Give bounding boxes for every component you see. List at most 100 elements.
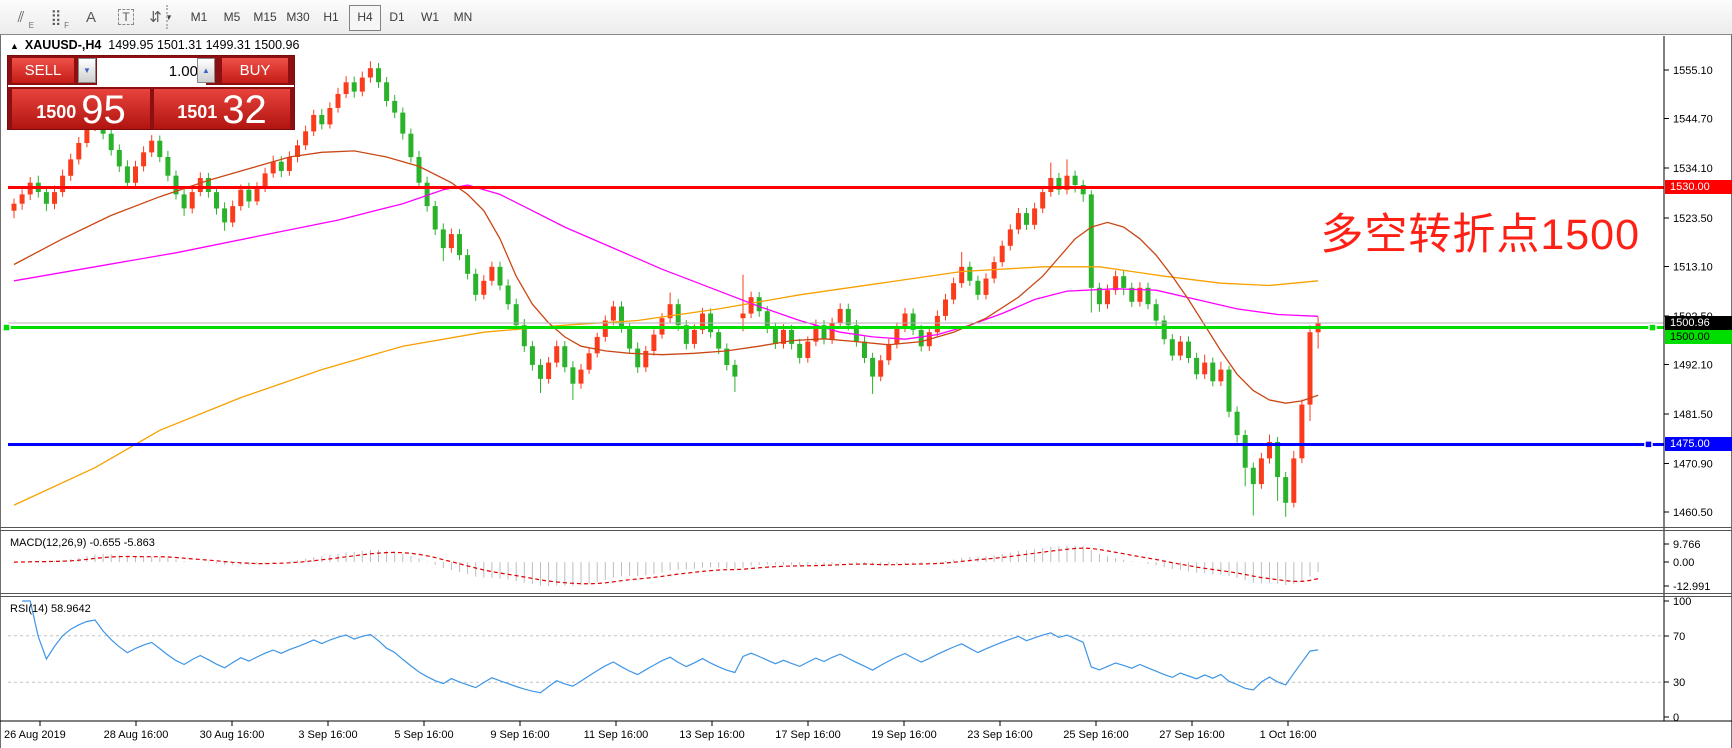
candle-body	[1177, 341, 1183, 356]
macd-tick-label: -12.991	[1673, 581, 1710, 593]
candle-body	[1088, 194, 1094, 288]
candle-body	[473, 273, 479, 295]
ohlc-values: 1499.95 1501.31 1499.31 1500.96	[108, 38, 300, 52]
candle-body	[141, 152, 147, 167]
candle-body	[181, 194, 187, 209]
trading-terminal: ⫽ E ⣿ F A T ⇵ ▼ M1 M5 M15 M30 H1 H4 D1 W1 MN 1555.10 154…	[0, 0, 1732, 748]
candle-body	[975, 280, 981, 295]
candle-body	[805, 341, 811, 358]
candle-body	[740, 313, 746, 319]
level-1475-line-handle[interactable]	[1644, 440, 1653, 449]
ask-price-tile[interactable]: 1501 32	[154, 89, 290, 130]
time-label: 5 Sep 16:00	[394, 729, 453, 741]
time-label: 17 Sep 16:00	[775, 729, 840, 741]
candle-body	[270, 161, 276, 174]
candle-body	[319, 115, 325, 125]
candle-body	[570, 367, 576, 384]
candle-body	[133, 166, 138, 183]
candle-body	[60, 175, 66, 193]
candle-body	[513, 304, 519, 326]
volume-decrease-button[interactable]: ▼	[78, 58, 96, 83]
candle-body	[1015, 213, 1021, 230]
candle-body	[529, 346, 535, 365]
candle-body	[278, 161, 284, 171]
bid-price-tile[interactable]: 1500 95	[12, 88, 150, 132]
candle-body	[359, 77, 365, 92]
candle-body	[343, 82, 349, 94]
buy-button[interactable]: BUY	[222, 58, 288, 83]
candle-body	[951, 283, 957, 300]
candle-body	[999, 245, 1005, 263]
time-label: 23 Sep 16:00	[967, 729, 1032, 741]
candle-body	[1105, 290, 1110, 305]
price-tick-label: 1481.50	[1673, 409, 1713, 421]
time-label: 30 Aug 16:00	[200, 729, 265, 741]
candle-body	[246, 189, 252, 202]
candle-body	[902, 313, 908, 328]
candle-body	[1275, 442, 1281, 477]
price-tick-label: 1523.50	[1673, 213, 1713, 225]
price-badge-1500.00: 1500.00	[1665, 330, 1732, 344]
candle-body	[1258, 458, 1264, 485]
volume-input[interactable]	[97, 58, 206, 85]
candle-body	[165, 157, 171, 176]
candle-body	[367, 68, 373, 78]
rsi-line	[22, 600, 1319, 694]
candle-body	[497, 266, 503, 286]
candle-body	[1024, 213, 1029, 225]
candle-body	[1210, 362, 1216, 382]
collapse-triangle-icon[interactable]: ▲	[10, 41, 19, 51]
price-tick-label: 1534.10	[1673, 163, 1713, 175]
bid-price-minor: 95	[81, 88, 126, 132]
candle-body	[967, 266, 973, 281]
time-label: 26 Aug 2019	[4, 729, 66, 741]
candle-body	[756, 297, 762, 312]
sell-button[interactable]: SELL	[12, 58, 74, 83]
time-label: 11 Sep 16:00	[584, 729, 649, 741]
candle-body	[124, 166, 130, 183]
candle-body	[408, 133, 414, 158]
candle-body	[254, 187, 260, 202]
candle-body	[943, 299, 948, 316]
time-label: 25 Sep 16:00	[1063, 729, 1128, 741]
candle-body	[1048, 178, 1054, 192]
candle-body	[214, 192, 219, 209]
level-1500-line-handle[interactable]	[2, 323, 11, 332]
candle-body	[748, 297, 754, 314]
quote-panel: SELL ▼ ▲ BUY 1500 95 1501 32	[8, 56, 294, 132]
candle-body	[1307, 332, 1313, 405]
candle-body	[335, 93, 341, 108]
candle-body	[651, 334, 657, 351]
price-tick-label: 1555.10	[1673, 65, 1713, 77]
candle-body	[262, 173, 268, 188]
annotation-text: 多空转折点1500	[1320, 211, 1640, 259]
candle-body	[764, 311, 770, 328]
price-tick-label: 1460.50	[1673, 507, 1713, 519]
candle-body	[578, 369, 584, 384]
candle-body	[108, 133, 114, 151]
time-label: 13 Sep 16:00	[679, 729, 744, 741]
candle-body	[11, 203, 17, 211]
candle-body	[1032, 208, 1038, 225]
level-1500-line-handle[interactable]	[1648, 323, 1657, 332]
candle-body	[19, 194, 25, 204]
candle-body	[157, 140, 163, 158]
candle-body	[619, 306, 624, 328]
price-badge-1530.00: 1530.00	[1665, 180, 1732, 194]
price-tick-label: 1513.10	[1673, 261, 1713, 273]
candle-body	[52, 192, 57, 204]
candle-body	[465, 255, 471, 274]
candle-body	[1291, 458, 1297, 503]
candle-body	[116, 150, 122, 167]
candle-body	[351, 82, 357, 92]
volume-increase-button[interactable]: ▲	[197, 58, 215, 83]
candle-body	[1040, 192, 1046, 209]
candle-body	[772, 327, 778, 344]
rsi-tick-label: 100	[1673, 596, 1691, 608]
candle-body	[829, 322, 835, 340]
candle-body	[538, 364, 543, 379]
candle-body	[1169, 339, 1175, 356]
candle-body	[327, 108, 333, 125]
macd-tick-label: 0.00	[1673, 557, 1694, 569]
time-label: 27 Sep 16:00	[1159, 729, 1224, 741]
